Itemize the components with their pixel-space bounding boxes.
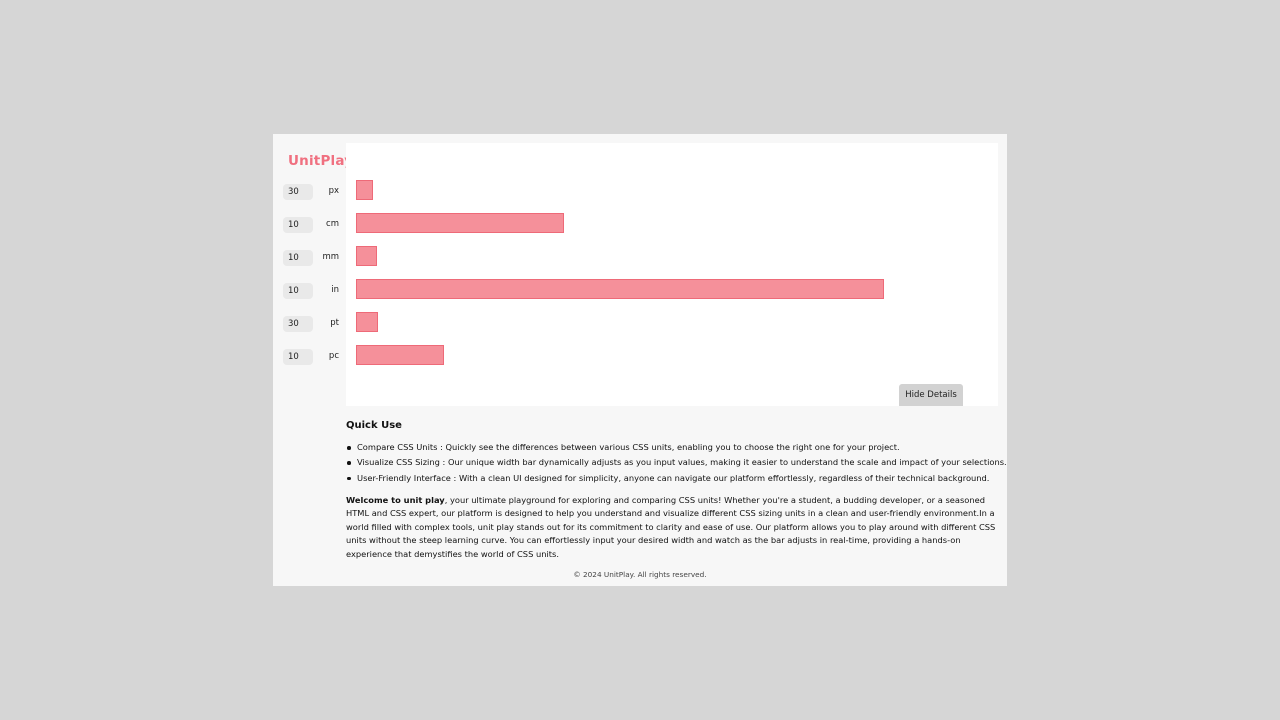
feature-item: Visualize CSS Sizing : Our unique width … (346, 455, 1007, 470)
in-width-bar (356, 279, 884, 299)
sidebar: UnitPlay px cm mm in pt pc (273, 134, 353, 406)
app-window: UnitPlay px cm mm in pt pc (273, 134, 1007, 586)
unit-row-in: in (283, 283, 339, 299)
unit-row-px: px (283, 184, 339, 200)
intro-paragraph: Welcome to unit play, your ultimate play… (346, 494, 1006, 562)
pc-width-bar (356, 345, 444, 365)
feature-item: Compare CSS Units : Quickly see the diff… (346, 440, 1006, 455)
pt-unit-label: pt (330, 318, 339, 328)
in-value-input[interactable] (283, 283, 313, 299)
details-section: Quick Use Compare CSS Units : Quickly se… (346, 420, 1007, 562)
unit-row-pc: pc (283, 349, 339, 365)
unit-row-cm: cm (283, 217, 339, 233)
unit-row-mm: mm (283, 250, 339, 266)
mm-value-input[interactable] (283, 250, 313, 266)
pt-value-input[interactable] (283, 316, 313, 332)
footer-copyright: © 2024 UnitPlay. All rights reserved. (573, 570, 707, 579)
cm-value-input[interactable] (283, 217, 313, 233)
px-unit-label: px (328, 186, 339, 196)
cm-unit-label: cm (326, 219, 339, 229)
mm-unit-label: mm (322, 252, 339, 262)
pc-value-input[interactable] (283, 349, 313, 365)
intro-bold-text: Welcome to unit play (346, 494, 445, 505)
unit-row-pt: pt (283, 316, 339, 332)
feature-item: User-Friendly Interface : With a clean U… (346, 471, 1006, 486)
bar-canvas: Hide Details (346, 143, 998, 406)
px-value-input[interactable] (283, 184, 313, 200)
pc-unit-label: pc (328, 351, 339, 361)
px-width-bar (356, 180, 373, 200)
hide-details-button[interactable]: Hide Details (899, 384, 963, 406)
feature-list: Compare CSS Units : Quickly see the diff… (346, 440, 1007, 486)
mm-width-bar (356, 246, 377, 266)
pt-width-bar (356, 312, 378, 332)
in-unit-label: in (331, 285, 339, 295)
app-logo: UnitPlay (288, 153, 354, 169)
quick-use-heading: Quick Use (346, 420, 402, 431)
cm-width-bar (356, 213, 564, 233)
